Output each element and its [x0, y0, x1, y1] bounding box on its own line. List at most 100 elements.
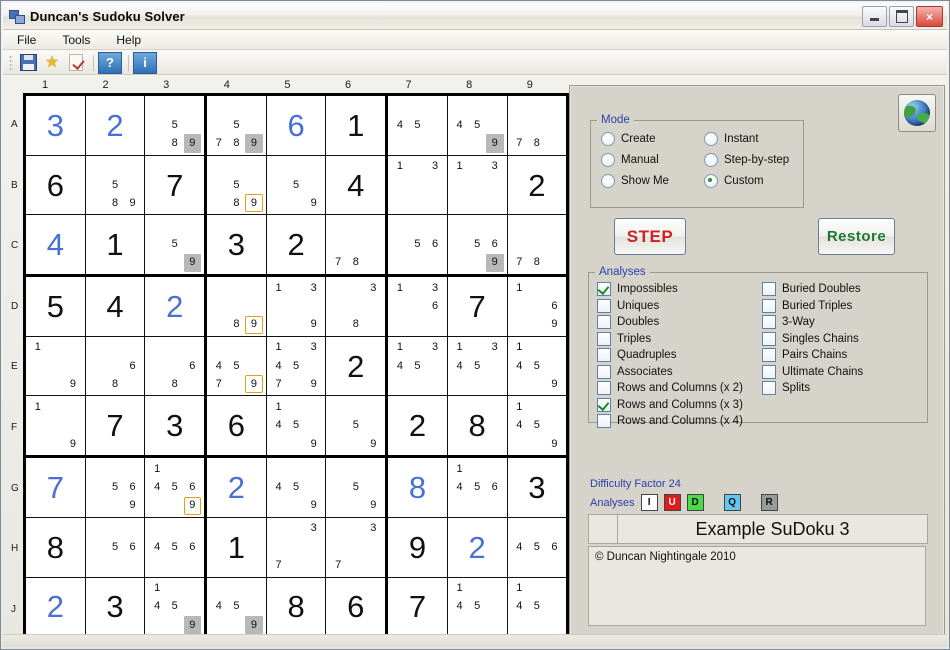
candidate-3[interactable]: 3 [426, 98, 444, 116]
candidate-5[interactable]: 5 [468, 478, 486, 496]
candidate-4[interactable]: 4 [148, 357, 166, 375]
candidate-2[interactable]: 2 [347, 279, 365, 297]
candidate-8[interactable]: 8 [228, 316, 246, 334]
candidate-2[interactable]: 2 [106, 460, 124, 478]
candidate-9[interactable]: 9 [365, 497, 383, 515]
candidate-8[interactable]: 8 [347, 254, 365, 272]
sudoku-cell-G3[interactable]: 123456789 [144, 455, 207, 518]
candidate-1[interactable]: 1 [270, 460, 288, 478]
sudoku-cell-H6[interactable]: 123456789 [325, 516, 388, 578]
candidate-2[interactable]: 2 [166, 339, 184, 357]
candidate-4[interactable]: 4 [270, 417, 288, 435]
analysis-badge-I[interactable]: I [640, 494, 658, 511]
candidate-6[interactable]: 6 [486, 176, 504, 194]
candidate-8[interactable]: 8 [166, 375, 184, 393]
candidate-9[interactable]: 9 [426, 375, 444, 393]
candidate-9[interactable]: 9 [546, 134, 564, 152]
candidate-8[interactable]: 8 [409, 134, 427, 152]
minimize-button[interactable] [862, 6, 887, 27]
candidate-2[interactable]: 2 [228, 580, 246, 598]
candidate-9[interactable]: 9 [365, 435, 383, 453]
candidate-8[interactable]: 8 [528, 254, 546, 272]
candidate-8[interactable]: 8 [166, 134, 184, 152]
candidate-5[interactable]: 5 [228, 598, 246, 616]
candidate-8[interactable]: 8 [528, 616, 546, 634]
analysis-badge-R[interactable]: R [760, 494, 778, 511]
candidate-3[interactable]: 3 [486, 580, 504, 598]
candidate-3[interactable]: 3 [305, 460, 323, 478]
candidate-5[interactable]: 5 [106, 478, 124, 496]
candidate-5[interactable]: 5 [347, 297, 365, 315]
sudoku-cell-H5[interactable]: 123456789 [265, 516, 327, 578]
candidate-2[interactable]: 2 [528, 339, 546, 357]
candidate-2[interactable]: 2 [228, 98, 246, 116]
candidate-6[interactable]: 6 [546, 297, 564, 315]
sudoku-cell-C9[interactable]: 123456789 [506, 214, 569, 277]
sudoku-cell-E4[interactable]: 123456789 [204, 335, 267, 397]
candidate-1[interactable]: 1 [29, 339, 47, 357]
candidate-1[interactable]: 1 [329, 217, 347, 235]
sudoku-cell-B6[interactable]: 4 [325, 154, 388, 216]
sudoku-cell-C8[interactable]: 123456789 [446, 214, 508, 277]
candidate-9[interactable]: 9 [365, 556, 383, 574]
candidate-4[interactable]: 4 [210, 357, 228, 375]
candidate-6[interactable]: 6 [184, 538, 202, 556]
candidate-3[interactable]: 3 [64, 398, 82, 416]
analysis-checkbox-associates[interactable]: Associates [597, 364, 762, 379]
candidate-7[interactable]: 7 [329, 497, 347, 515]
sudoku-cell-H4[interactable]: 1 [204, 516, 267, 578]
candidate-7[interactable]: 7 [270, 435, 288, 453]
candidate-3[interactable]: 3 [124, 460, 142, 478]
candidate-1[interactable]: 1 [210, 339, 228, 357]
candidate-7[interactable]: 7 [391, 194, 409, 212]
candidate-3[interactable]: 3 [486, 217, 504, 235]
candidate-1[interactable]: 1 [148, 217, 166, 235]
favorite-button[interactable]: ★ [41, 53, 63, 73]
sudoku-cell-H3[interactable]: 123456789 [144, 516, 207, 578]
candidate-2[interactable]: 2 [166, 460, 184, 478]
candidate-3[interactable]: 3 [124, 339, 142, 357]
candidate-9[interactable]: 9 [183, 615, 202, 635]
candidate-7[interactable]: 7 [511, 316, 529, 334]
step-button[interactable]: STEP [614, 218, 686, 255]
candidate-7[interactable]: 7 [148, 616, 166, 634]
mode-radio-show-me[interactable]: Show Me [601, 174, 704, 188]
candidate-8[interactable]: 8 [468, 134, 486, 152]
analysis-checkbox-buried-doubles[interactable]: Buried Doubles [762, 282, 927, 296]
sudoku-cell-E2[interactable]: 123456789 [84, 335, 146, 397]
candidate-2[interactable]: 2 [347, 398, 365, 416]
sudoku-cell-B8[interactable]: 123456789 [446, 154, 508, 216]
candidate-6[interactable]: 6 [124, 357, 142, 375]
candidate-2[interactable]: 2 [106, 339, 124, 357]
sudoku-cell-A5[interactable]: 6 [265, 94, 327, 156]
candidate-4[interactable]: 4 [270, 538, 288, 556]
menu-item-file[interactable]: File [17, 33, 36, 47]
mode-radio-create[interactable]: Create [601, 132, 704, 146]
candidate-2[interactable]: 2 [228, 339, 246, 357]
toolbar-grip[interactable] [9, 54, 13, 71]
candidate-9[interactable]: 9 [305, 316, 323, 334]
candidate-7[interactable]: 7 [511, 375, 529, 393]
candidate-7[interactable]: 7 [210, 316, 228, 334]
candidate-2[interactable]: 2 [528, 279, 546, 297]
candidate-9[interactable]: 9 [245, 194, 263, 213]
candidate-2[interactable]: 2 [409, 98, 427, 116]
analysis-checkbox-rows-and-columns-x-3-[interactable]: Rows and Columns (x 3) [597, 397, 762, 412]
candidate-5[interactable]: 5 [468, 598, 486, 616]
sudoku-cell-G5[interactable]: 123456789 [265, 455, 327, 518]
candidate-9[interactable]: 9 [546, 254, 564, 272]
candidate-8[interactable]: 8 [106, 556, 124, 574]
candidate-7[interactable]: 7 [89, 194, 107, 212]
candidate-9[interactable]: 9 [184, 375, 202, 393]
candidate-2[interactable]: 2 [528, 520, 546, 538]
candidate-7[interactable]: 7 [148, 556, 166, 574]
candidate-6[interactable]: 6 [305, 357, 323, 375]
candidate-5[interactable]: 5 [106, 176, 124, 194]
candidate-5[interactable]: 5 [166, 236, 184, 254]
candidate-8[interactable]: 8 [347, 435, 365, 453]
candidate-9[interactable]: 9 [305, 556, 323, 574]
candidate-6[interactable]: 6 [546, 357, 564, 375]
candidate-1[interactable]: 1 [391, 279, 409, 297]
candidate-3[interactable]: 3 [486, 98, 504, 116]
analysis-badge-Q[interactable]: Q [723, 494, 741, 511]
